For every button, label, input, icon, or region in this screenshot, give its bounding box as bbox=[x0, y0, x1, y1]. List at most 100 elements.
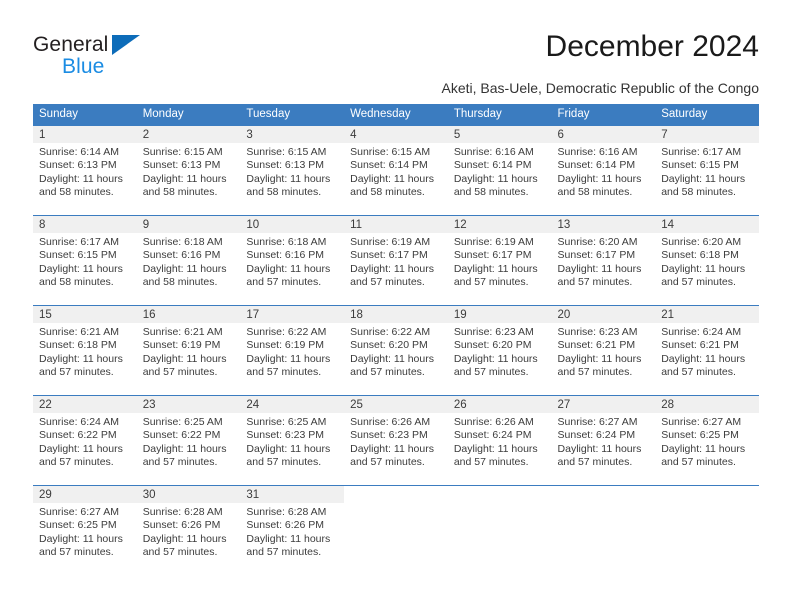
day-cell-empty bbox=[447, 486, 552, 575]
week-row: 1 Sunrise: 6:14 AM Sunset: 6:13 PM Dayli… bbox=[33, 126, 759, 215]
day-cell[interactable]: 24 Sunrise: 6:25 AM Sunset: 6:23 PM Dayl… bbox=[240, 396, 345, 485]
sunset-text: Sunset: 6:22 PM bbox=[142, 429, 221, 442]
general-blue-logo[interactable]: General Blue bbox=[33, 33, 213, 83]
day-cell[interactable]: 30 Sunrise: 6:28 AM Sunset: 6:26 PM Dayl… bbox=[136, 486, 241, 575]
day-cell[interactable]: 5 Sunrise: 6:16 AM Sunset: 6:14 PM Dayli… bbox=[447, 126, 552, 215]
day-cell[interactable]: 7 Sunrise: 6:17 AM Sunset: 6:15 PM Dayli… bbox=[655, 126, 759, 215]
day-number bbox=[344, 486, 448, 503]
day-info: Sunrise: 6:20 AM Sunset: 6:18 PM Dayligh… bbox=[655, 233, 759, 289]
weekday-friday: Friday bbox=[557, 108, 590, 120]
day-info: Sunrise: 6:21 AM Sunset: 6:18 PM Dayligh… bbox=[33, 323, 137, 379]
day-number: 29 bbox=[33, 486, 137, 503]
day-cell[interactable]: 8 Sunrise: 6:17 AM Sunset: 6:15 PM Dayli… bbox=[33, 216, 137, 305]
day-number bbox=[551, 486, 656, 503]
day-cell[interactable]: 22 Sunrise: 6:24 AM Sunset: 6:22 PM Dayl… bbox=[33, 396, 137, 485]
day-info: Sunrise: 6:18 AM Sunset: 6:16 PM Dayligh… bbox=[137, 233, 241, 289]
logo-text-blue: Blue bbox=[62, 55, 105, 78]
day-number: 25 bbox=[344, 396, 448, 413]
sunrise-text: Sunrise: 6:15 AM bbox=[142, 146, 223, 158]
weekday-monday: Monday bbox=[142, 108, 184, 120]
day-number bbox=[447, 486, 552, 503]
day-number: 30 bbox=[136, 486, 241, 503]
daylight-text: Daylight: 11 hours and 57 minutes. bbox=[453, 262, 538, 288]
daylight-text: Daylight: 11 hours and 57 minutes. bbox=[350, 262, 434, 288]
day-cell[interactable]: 29 Sunrise: 6:27 AM Sunset: 6:25 PM Dayl… bbox=[33, 486, 137, 575]
day-cell[interactable]: 1 Sunrise: 6:14 AM Sunset: 6:13 PM Dayli… bbox=[33, 126, 137, 215]
day-cell[interactable]: 9 Sunrise: 6:18 AM Sunset: 6:16 PM Dayli… bbox=[136, 216, 241, 305]
day-cell[interactable]: 11 Sunrise: 6:19 AM Sunset: 6:17 PM Dayl… bbox=[344, 216, 448, 305]
week-row: 8 Sunrise: 6:17 AM Sunset: 6:15 PM Dayli… bbox=[33, 215, 759, 305]
sunset-text: Sunset: 6:25 PM bbox=[39, 519, 117, 532]
day-cell[interactable]: 23 Sunrise: 6:25 AM Sunset: 6:22 PM Dayl… bbox=[136, 396, 241, 485]
day-info: Sunrise: 6:22 AM Sunset: 6:19 PM Dayligh… bbox=[240, 323, 344, 379]
daylight-text: Daylight: 11 hours and 57 minutes. bbox=[142, 352, 227, 378]
day-info: Sunrise: 6:19 AM Sunset: 6:17 PM Dayligh… bbox=[448, 233, 552, 289]
day-cell[interactable]: 12 Sunrise: 6:19 AM Sunset: 6:17 PM Dayl… bbox=[447, 216, 552, 305]
sunset-text: Sunset: 6:16 PM bbox=[142, 249, 221, 262]
day-cell[interactable]: 21 Sunrise: 6:24 AM Sunset: 6:21 PM Dayl… bbox=[655, 306, 759, 395]
day-info: Sunrise: 6:18 AM Sunset: 6:16 PM Dayligh… bbox=[240, 233, 344, 289]
day-cell[interactable]: 15 Sunrise: 6:21 AM Sunset: 6:18 PM Dayl… bbox=[33, 306, 137, 395]
daylight-text: Daylight: 11 hours and 57 minutes. bbox=[453, 442, 538, 468]
day-cell[interactable]: 18 Sunrise: 6:22 AM Sunset: 6:20 PM Dayl… bbox=[344, 306, 448, 395]
sunset-text: Sunset: 6:14 PM bbox=[453, 159, 532, 172]
day-cell[interactable]: 26 Sunrise: 6:26 AM Sunset: 6:24 PM Dayl… bbox=[447, 396, 552, 485]
sunset-text: Sunset: 6:21 PM bbox=[557, 339, 636, 352]
sunset-text: Sunset: 6:15 PM bbox=[39, 249, 117, 262]
sunset-text: Sunset: 6:24 PM bbox=[557, 429, 636, 442]
day-cell[interactable]: 31 Sunrise: 6:28 AM Sunset: 6:26 PM Dayl… bbox=[240, 486, 345, 575]
day-cell[interactable]: 16 Sunrise: 6:21 AM Sunset: 6:19 PM Dayl… bbox=[136, 306, 241, 395]
sunrise-text: Sunrise: 6:28 AM bbox=[142, 506, 223, 518]
sunrise-text: Sunrise: 6:20 AM bbox=[557, 236, 638, 248]
daylight-text: Daylight: 11 hours and 57 minutes. bbox=[557, 352, 642, 378]
day-number: 21 bbox=[655, 306, 759, 323]
daylight-text: Daylight: 11 hours and 57 minutes. bbox=[661, 262, 746, 288]
sunset-text: Sunset: 6:23 PM bbox=[246, 429, 325, 442]
day-cell[interactable]: 19 Sunrise: 6:23 AM Sunset: 6:20 PM Dayl… bbox=[447, 306, 552, 395]
day-cell[interactable]: 27 Sunrise: 6:27 AM Sunset: 6:24 PM Dayl… bbox=[551, 396, 656, 485]
day-info: Sunrise: 6:16 AM Sunset: 6:14 PM Dayligh… bbox=[552, 143, 656, 199]
daylight-text: Daylight: 11 hours and 57 minutes. bbox=[39, 532, 123, 558]
day-cell[interactable]: 10 Sunrise: 6:18 AM Sunset: 6:16 PM Dayl… bbox=[240, 216, 345, 305]
day-cell[interactable]: 20 Sunrise: 6:23 AM Sunset: 6:21 PM Dayl… bbox=[551, 306, 656, 395]
day-number: 20 bbox=[551, 306, 656, 323]
daylight-text: Daylight: 11 hours and 58 minutes. bbox=[39, 172, 123, 198]
day-number: 13 bbox=[551, 216, 656, 233]
day-cell[interactable]: 14 Sunrise: 6:20 AM Sunset: 6:18 PM Dayl… bbox=[655, 216, 759, 305]
sunrise-text: Sunrise: 6:17 AM bbox=[661, 146, 742, 158]
sunrise-text: Sunrise: 6:27 AM bbox=[557, 416, 638, 428]
sunrise-text: Sunrise: 6:20 AM bbox=[661, 236, 742, 248]
sunrise-text: Sunrise: 6:25 AM bbox=[246, 416, 327, 428]
day-cell[interactable]: 3 Sunrise: 6:15 AM Sunset: 6:13 PM Dayli… bbox=[240, 126, 345, 215]
day-number: 27 bbox=[551, 396, 656, 413]
sunset-text: Sunset: 6:23 PM bbox=[350, 429, 428, 442]
sunrise-text: Sunrise: 6:16 AM bbox=[453, 146, 534, 158]
weekday-sunday: Sunday bbox=[39, 108, 79, 120]
day-cell[interactable]: 4 Sunrise: 6:15 AM Sunset: 6:14 PM Dayli… bbox=[344, 126, 448, 215]
day-number: 5 bbox=[447, 126, 552, 143]
sunset-text: Sunset: 6:17 PM bbox=[557, 249, 636, 262]
day-cell[interactable]: 6 Sunrise: 6:16 AM Sunset: 6:14 PM Dayli… bbox=[551, 126, 656, 215]
sunset-text: Sunset: 6:16 PM bbox=[246, 249, 325, 262]
day-cell-empty bbox=[344, 486, 448, 575]
daylight-text: Daylight: 11 hours and 58 minutes. bbox=[142, 262, 227, 288]
daylight-text: Daylight: 11 hours and 57 minutes. bbox=[453, 352, 538, 378]
sunrise-text: Sunrise: 6:24 AM bbox=[661, 326, 742, 338]
weekday-thursday: Thursday bbox=[453, 108, 502, 120]
day-info: Sunrise: 6:15 AM Sunset: 6:13 PM Dayligh… bbox=[137, 143, 241, 199]
day-cell[interactable]: 25 Sunrise: 6:26 AM Sunset: 6:23 PM Dayl… bbox=[344, 396, 448, 485]
sunset-text: Sunset: 6:19 PM bbox=[142, 339, 221, 352]
day-cell[interactable]: 17 Sunrise: 6:22 AM Sunset: 6:19 PM Dayl… bbox=[240, 306, 345, 395]
sunset-text: Sunset: 6:13 PM bbox=[39, 159, 117, 172]
day-info: Sunrise: 6:26 AM Sunset: 6:24 PM Dayligh… bbox=[448, 413, 552, 469]
day-cell[interactable]: 28 Sunrise: 6:27 AM Sunset: 6:25 PM Dayl… bbox=[655, 396, 759, 485]
day-cell[interactable]: 13 Sunrise: 6:20 AM Sunset: 6:17 PM Dayl… bbox=[551, 216, 656, 305]
sunrise-text: Sunrise: 6:24 AM bbox=[39, 416, 119, 428]
day-cell[interactable]: 2 Sunrise: 6:15 AM Sunset: 6:13 PM Dayli… bbox=[136, 126, 241, 215]
day-info: Sunrise: 6:14 AM Sunset: 6:13 PM Dayligh… bbox=[33, 143, 137, 199]
day-info: Sunrise: 6:26 AM Sunset: 6:23 PM Dayligh… bbox=[344, 413, 448, 469]
day-number: 8 bbox=[33, 216, 137, 233]
sunrise-text: Sunrise: 6:16 AM bbox=[557, 146, 638, 158]
day-number: 28 bbox=[655, 396, 759, 413]
sunrise-text: Sunrise: 6:26 AM bbox=[453, 416, 534, 428]
